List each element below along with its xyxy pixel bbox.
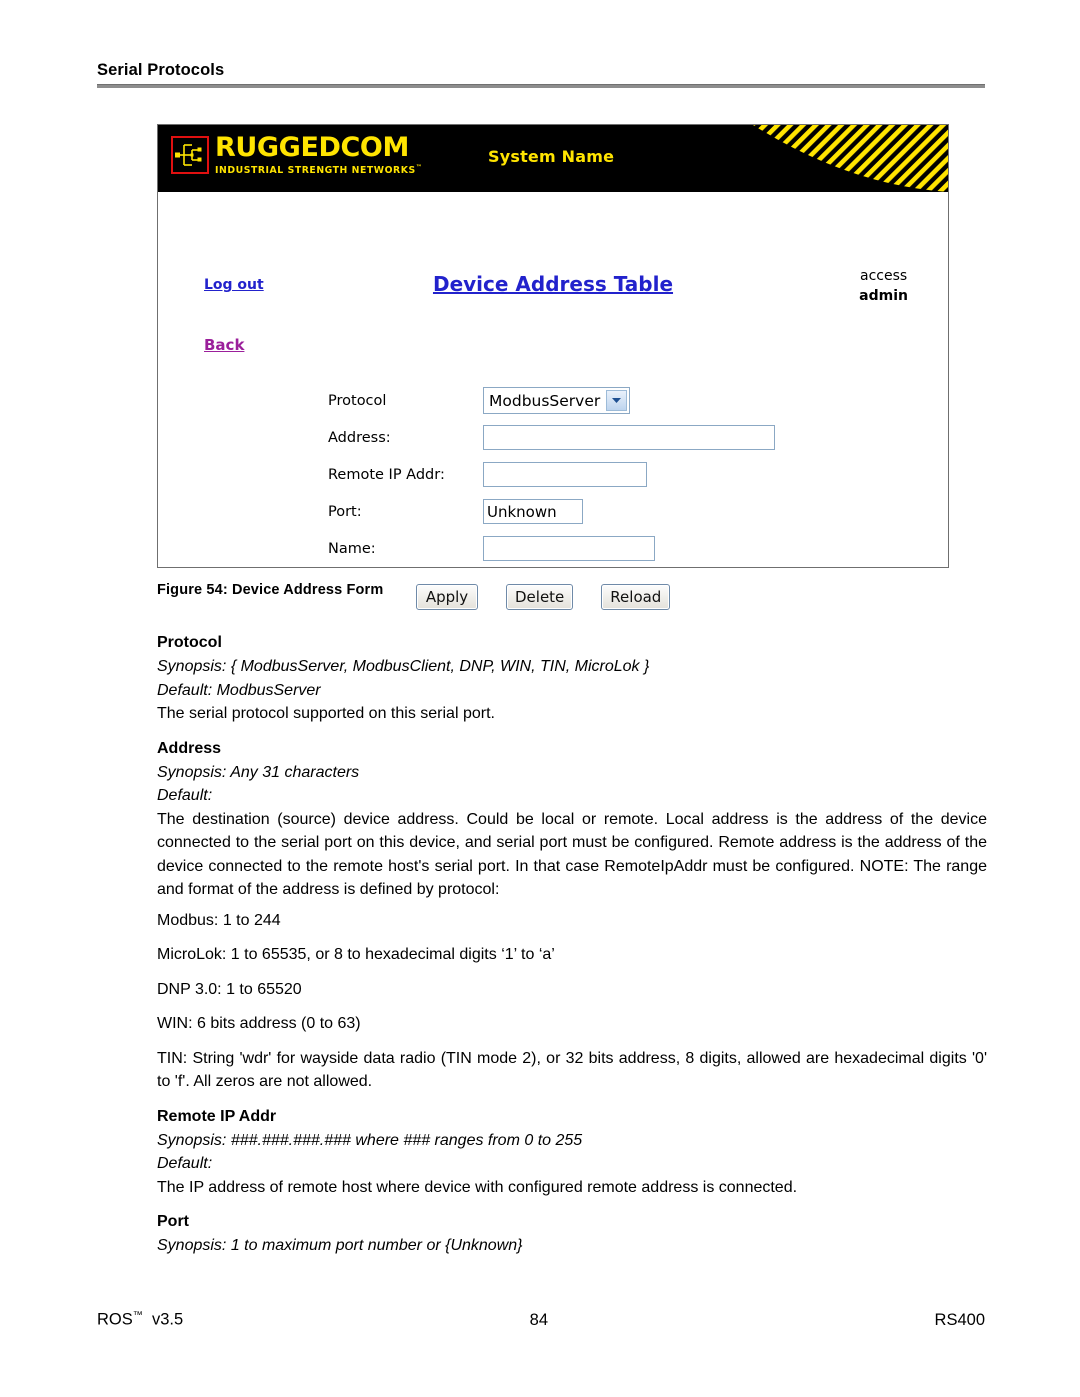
access-label: access (859, 268, 908, 284)
device-address-form-screenshot: RUGGEDCOM INDUSTRIAL STRENGTH NETWORKS™ … (157, 124, 949, 610)
address-range-microlok: MicroLok: 1 to 65535, or 8 to hexadecima… (157, 946, 555, 963)
port-synopsis: Synopsis: 1 to maximum port number or {U… (157, 1237, 523, 1254)
address-range-win: WIN: 6 bits address (0 to 63) (157, 1015, 361, 1032)
address-default: Default: (157, 787, 213, 804)
system-name-label: System Name (488, 147, 615, 166)
device-address-form: Protocol ModbusServer Address: Remote IP… (328, 382, 775, 567)
logo-tagline: INDUSTRIAL STRENGTH NETWORKS™ (215, 162, 422, 176)
port-section-heading: Port (157, 1213, 189, 1230)
logo-name: RUGGEDCOM (215, 132, 409, 163)
port-input[interactable] (483, 499, 583, 524)
logo-tagline-text: INDUSTRIAL STRENGTH NETWORKS (215, 165, 416, 177)
page-running-head: Serial Protocols (97, 60, 985, 88)
remote-ip-addr-synopsis: Synopsis: ###.###.###.### where ### rang… (157, 1131, 583, 1149)
footer-trademark-mark: ™ (132, 1310, 143, 1321)
form-row-name: Name: (328, 530, 775, 567)
access-role: admin (859, 288, 908, 304)
remote-ip-addr-input[interactable] (483, 462, 647, 487)
body-copy: Protocol Synopsis: { ModbusServer, Modbu… (157, 631, 987, 1258)
address-section-heading: Address (157, 739, 222, 757)
protocol-label: Protocol (328, 392, 387, 409)
ruggedcom-logo: RUGGEDCOM INDUSTRIAL STRENGTH NETWORKS™ (171, 134, 422, 176)
logo-wordmark: RUGGEDCOM INDUSTRIAL STRENGTH NETWORKS™ (215, 134, 422, 176)
protocol-default: Default: ModbusServer (157, 681, 321, 699)
footer-page-number: 84 (529, 1310, 549, 1329)
figure-caption: Figure 54: Device Address Form (157, 582, 384, 598)
name-label: Name: (328, 540, 376, 557)
port-label: Port: (328, 503, 362, 520)
address-input[interactable] (483, 425, 775, 450)
yellow-stripe-swoosh (753, 125, 948, 192)
remote-ip-addr-default: Default: (157, 1155, 213, 1172)
remote-ip-addr-section-heading: Remote IP Addr (157, 1107, 277, 1125)
ruggedcom-banner: RUGGEDCOM INDUSTRIAL STRENGTH NETWORKS™ … (158, 125, 948, 192)
page-title: Device Address Table (158, 272, 948, 296)
delete-button[interactable]: Delete (506, 584, 574, 610)
form-row-protocol: Protocol ModbusServer (328, 382, 775, 419)
footer-model: RS400 (934, 1310, 985, 1329)
back-link[interactable]: Back (204, 336, 244, 354)
access-info: access admin (859, 266, 908, 306)
logo-trademark-mark: ™ (415, 164, 423, 171)
address-tin-note: TIN: String 'wdr' for wayside data radio… (157, 1049, 987, 1091)
address-description: The destination (source) device address.… (157, 810, 987, 899)
form-row-address: Address: (328, 419, 775, 456)
page-title-link[interactable]: Device Address Table (433, 272, 673, 296)
remote-ip-addr-description: The IP address of remote host where devi… (157, 1178, 798, 1196)
address-range-modbus: Modbus: 1 to 244 (157, 911, 281, 929)
page-footer: ROS™ v3.5 84 RS400 (97, 1310, 985, 1330)
running-head-title: Serial Protocols (97, 61, 225, 79)
protocol-select-value: ModbusServer (489, 391, 601, 410)
footer-product-name: ROS (97, 1310, 133, 1329)
chevron-down-icon[interactable] (606, 390, 628, 411)
address-synopsis: Synopsis: Any 31 characters (157, 763, 360, 781)
form-action-buttons: Apply Delete Reload (416, 584, 671, 610)
name-input[interactable] (483, 536, 655, 561)
reload-button[interactable]: Reload (601, 584, 671, 610)
address-label: Address: (328, 429, 391, 446)
web-ui-sheet: Log out Device Address Table access admi… (158, 192, 948, 610)
remote-ip-addr-label: Remote IP Addr: (328, 466, 445, 483)
running-head-rule (97, 84, 985, 88)
protocol-description: The serial protocol supported on this se… (157, 705, 495, 722)
protocol-synopsis: Synopsis: { ModbusServer, ModbusClient, … (157, 658, 650, 675)
form-row-remote-ip-addr: Remote IP Addr: (328, 456, 775, 493)
protocol-select[interactable]: ModbusServer (483, 387, 631, 414)
apply-button[interactable]: Apply (416, 584, 478, 610)
network-tree-icon (171, 136, 209, 174)
protocol-section-heading: Protocol (157, 634, 222, 651)
form-row-port: Port: (328, 493, 775, 530)
address-range-dnp: DNP 3.0: 1 to 65520 (157, 980, 302, 998)
